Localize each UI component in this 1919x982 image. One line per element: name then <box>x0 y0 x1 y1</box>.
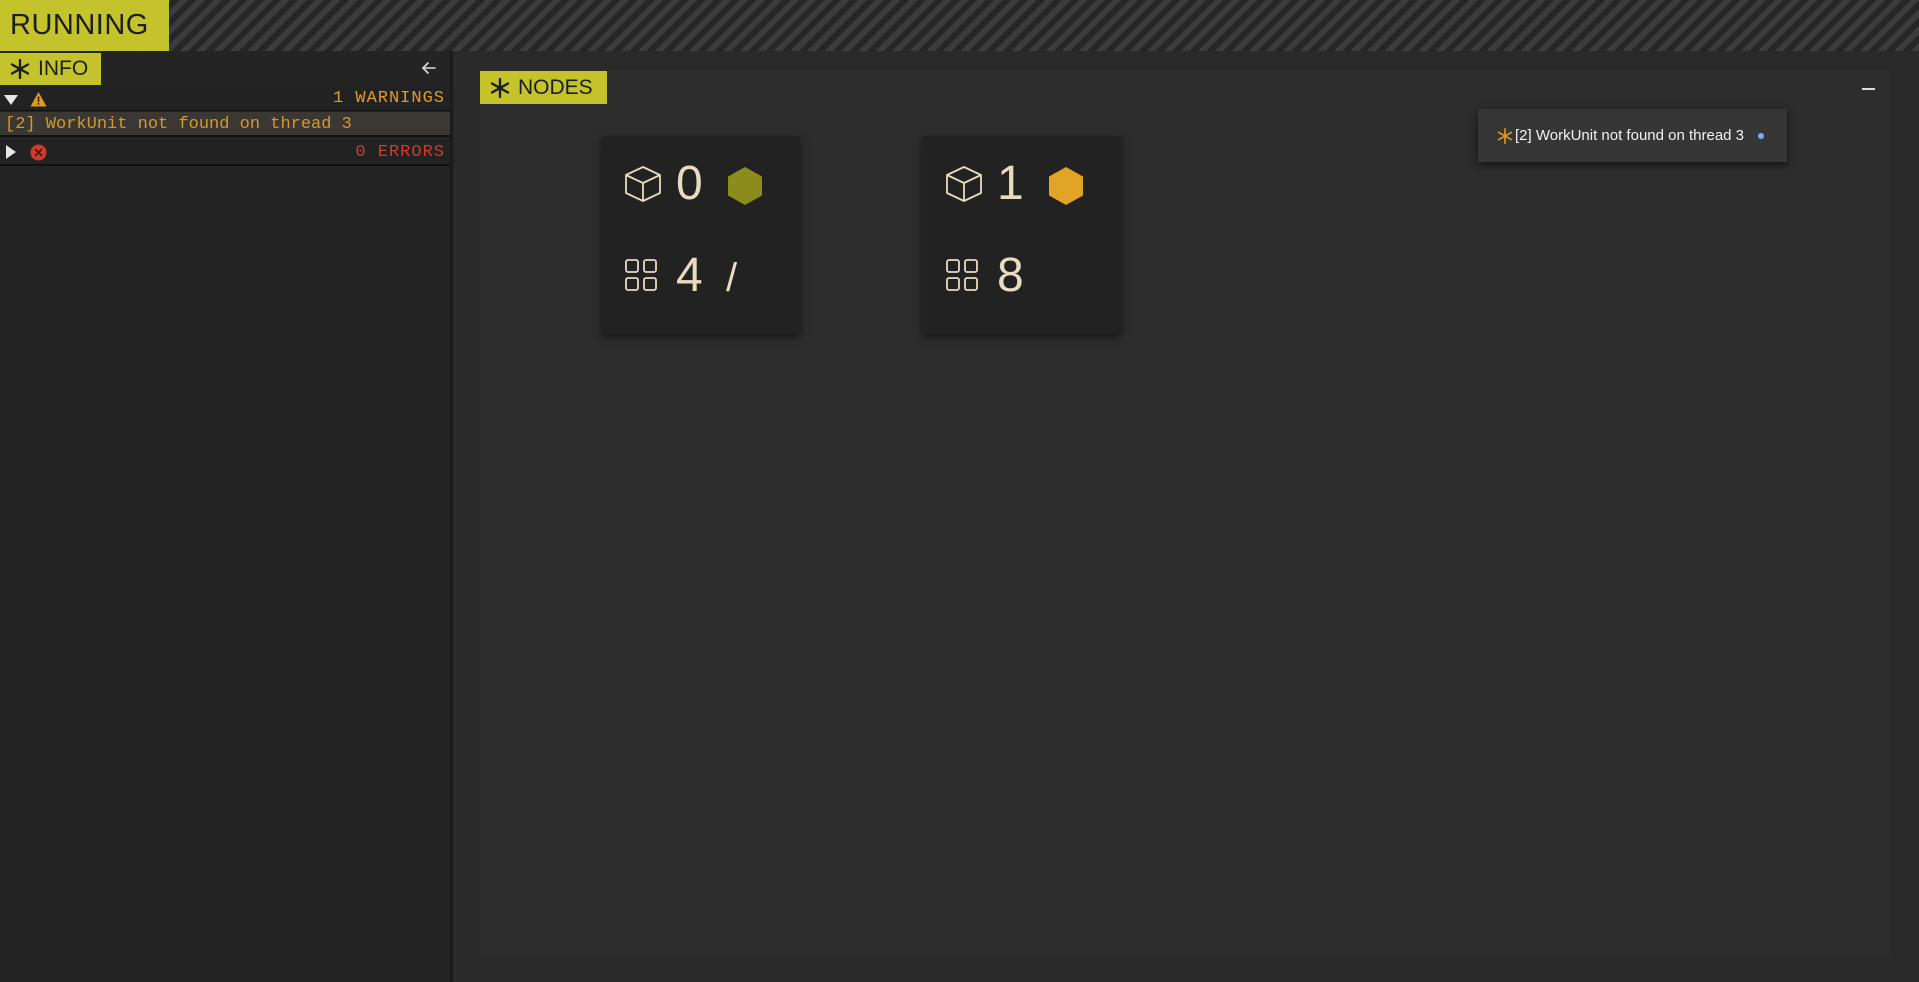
info-panel-title: INFO <box>38 57 89 80</box>
warning-icon <box>30 92 47 107</box>
chevron-right-icon[interactable] <box>4 145 18 159</box>
info-panel-tab: INFO <box>0 53 101 85</box>
grid-icon <box>946 259 978 291</box>
node-id: 0 <box>676 157 703 210</box>
warnings-count: 1 WARNINGS <box>332 89 445 108</box>
toast-dot <box>1758 133 1764 139</box>
node-status-hexagon-icon <box>728 167 762 205</box>
node-extra-indicator: / <box>726 256 738 300</box>
toast-notification[interactable]: [2] WorkUnit not found on thread 3 <box>1478 109 1787 162</box>
node-status-hexagon-icon <box>1049 167 1083 205</box>
chevron-down-icon[interactable] <box>4 93 18 107</box>
node-worker-count: 8 <box>997 249 1024 302</box>
top-bar <box>0 0 1919 51</box>
cube-icon <box>946 166 982 202</box>
warning-message[interactable]: [2] WorkUnit not found on thread 3 <box>0 112 450 137</box>
nodes-panel-tab: NODES <box>480 71 607 104</box>
sidebar-resize-handle[interactable] <box>450 51 453 982</box>
collapse-sidebar-arrow-icon[interactable] <box>419 58 439 78</box>
toast-message: [2] WorkUnit not found on thread 3 <box>1515 127 1745 144</box>
info-sidebar <box>0 51 450 982</box>
cube-icon <box>625 166 661 202</box>
asterisk-icon <box>10 59 30 79</box>
minimize-icon[interactable] <box>1862 83 1876 93</box>
errors-count: 0 ERRORS <box>355 143 445 162</box>
asterisk-icon <box>1497 127 1513 144</box>
grid-icon <box>625 259 657 291</box>
node-card[interactable]: 0 4 / <box>602 136 800 334</box>
error-icon <box>30 144 47 161</box>
node-worker-count: 4 <box>676 249 703 302</box>
warnings-row[interactable]: 1 WARNINGS <box>0 87 450 111</box>
node-id: 1 <box>997 157 1024 210</box>
node-card[interactable]: 1 8 <box>923 136 1121 334</box>
node-status-hexagon <box>728 167 762 205</box>
asterisk-icon <box>490 77 510 98</box>
node-status-hexagon <box>1049 167 1083 205</box>
errors-row[interactable]: 0 ERRORS <box>0 140 450 166</box>
nodes-panel-title: NODES <box>518 75 593 99</box>
status-badge: RUNNING <box>0 0 169 51</box>
